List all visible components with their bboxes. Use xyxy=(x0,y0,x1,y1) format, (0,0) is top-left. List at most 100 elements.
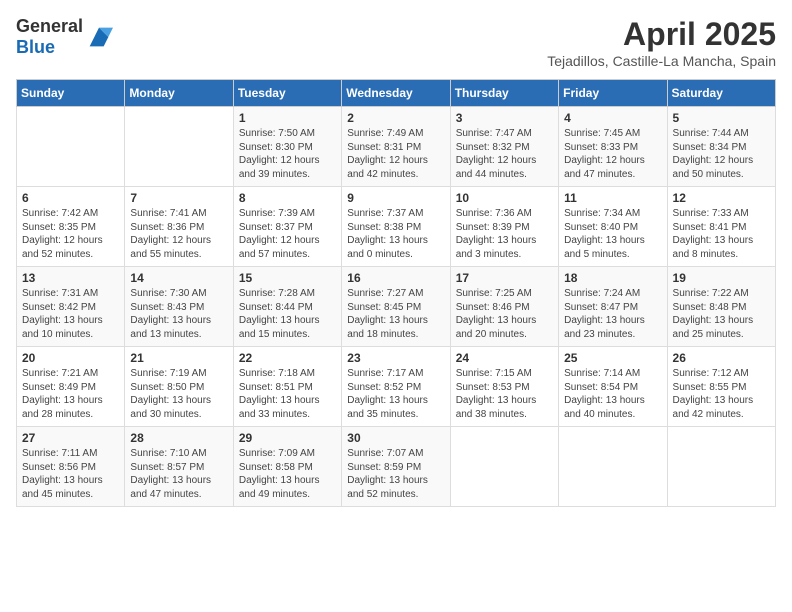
day-header-friday: Friday xyxy=(559,80,667,107)
calendar-cell: 12Sunrise: 7:33 AMSunset: 8:41 PMDayligh… xyxy=(667,187,775,267)
calendar-cell: 16 Sunrise: 7:27 AMSunset: 8:45 PMDayligh… xyxy=(342,267,450,347)
calendar-cell: 9 Sunrise: 7:37 AMSunset: 8:38 PMDaylight… xyxy=(342,187,450,267)
calendar-cell: 15 Sunrise: 7:28 AMSunset: 8:44 PMDayligh… xyxy=(233,267,341,347)
cell-content: Sunrise: 7:21 AMSunset: 8:49 PMDaylight:… xyxy=(22,367,119,421)
day-number: 22 xyxy=(239,351,336,365)
calendar-header: SundayMondayTuesdayWednesdayThursdayFrid… xyxy=(17,80,776,107)
calendar-cell: 19 Sunrise: 7:22 AMSunset: 8:48 PMDayligh… xyxy=(667,267,775,347)
day-header-wednesday: Wednesday xyxy=(342,80,450,107)
location-title: Tejadillos, Castille-La Mancha, Spain xyxy=(547,53,776,69)
cell-content: Sunrise: 7:34 AMSunset: 8:40 PMDaylight:… xyxy=(564,207,661,261)
cell-content: Sunrise: 7:49 AMSunset: 8:31 PMDaylight:… xyxy=(347,127,444,181)
month-title: April 2025 xyxy=(547,16,776,53)
calendar-cell: 10Sunrise: 7:36 AMSunset: 8:39 PMDayligh… xyxy=(450,187,558,267)
cell-content: Sunrise: 7:42 AMSunset: 8:35 PMDaylight:… xyxy=(22,207,119,261)
logo-blue: Blue xyxy=(16,37,55,57)
cell-content: Sunrise: 7:33 AMSunset: 8:41 PMDaylight:… xyxy=(673,207,770,261)
cell-content: Sunrise: 7:44 AMSunset: 8:34 PMDaylight:… xyxy=(673,127,770,181)
calendar-table: SundayMondayTuesdayWednesdayThursdayFrid… xyxy=(16,79,776,507)
calendar-cell: 11 Sunrise: 7:34 AMSunset: 8:40 PMDayligh… xyxy=(559,187,667,267)
header-row: SundayMondayTuesdayWednesdayThursdayFrid… xyxy=(17,80,776,107)
calendar-cell: 6 Sunrise: 7:42 AMSunset: 8:35 PMDaylight… xyxy=(17,187,125,267)
calendar-cell xyxy=(559,427,667,507)
day-number: 18 xyxy=(564,271,661,285)
calendar-cell xyxy=(17,107,125,187)
calendar-cell: 27 Sunrise: 7:11 AMSunset: 8:56 PMDayligh… xyxy=(17,427,125,507)
day-number: 17 xyxy=(456,271,553,285)
calendar-cell: 17 Sunrise: 7:25 AMSunset: 8:46 PMDayligh… xyxy=(450,267,558,347)
cell-content: Sunrise: 7:30 AMSunset: 8:43 PMDaylight:… xyxy=(130,287,227,341)
day-number: 26 xyxy=(673,351,770,365)
cell-content: Sunrise: 7:39 AMSunset: 8:37 PMDaylight:… xyxy=(239,207,336,261)
calendar-cell: 22Sunrise: 7:18 AMSunset: 8:51 PMDayligh… xyxy=(233,347,341,427)
cell-content: Sunrise: 7:47 AMSunset: 8:32 PMDaylight:… xyxy=(456,127,553,181)
day-number: 4 xyxy=(564,111,661,125)
day-number: 3 xyxy=(456,111,553,125)
calendar-cell: 26 Sunrise: 7:12 AMSunset: 8:55 PMDayligh… xyxy=(667,347,775,427)
calendar-cell: 18 Sunrise: 7:24 AMSunset: 8:47 PMDayligh… xyxy=(559,267,667,347)
calendar-cell: 1Sunrise: 7:50 AMSunset: 8:30 PMDaylight… xyxy=(233,107,341,187)
day-number: 8 xyxy=(239,191,336,205)
calendar-cell: 28 Sunrise: 7:10 AMSunset: 8:57 PMDayligh… xyxy=(125,427,233,507)
day-number: 15 xyxy=(239,271,336,285)
day-number: 16 xyxy=(347,271,444,285)
day-header-thursday: Thursday xyxy=(450,80,558,107)
day-number: 2 xyxy=(347,111,444,125)
calendar-cell: 13 Sunrise: 7:31 AMSunset: 8:42 PMDayligh… xyxy=(17,267,125,347)
day-number: 9 xyxy=(347,191,444,205)
day-number: 23 xyxy=(347,351,444,365)
day-number: 7 xyxy=(130,191,227,205)
calendar-cell: 8 Sunrise: 7:39 AMSunset: 8:37 PMDaylight… xyxy=(233,187,341,267)
header: General Blue April 2025 Tejadillos, Cast… xyxy=(16,16,776,69)
cell-content: Sunrise: 7:19 AMSunset: 8:50 PMDaylight:… xyxy=(130,367,227,421)
cell-content: Sunrise: 7:07 AMSunset: 8:59 PMDaylight:… xyxy=(347,447,444,501)
cell-content: Sunrise: 7:28 AMSunset: 8:44 PMDaylight:… xyxy=(239,287,336,341)
logo-icon xyxy=(85,23,113,51)
calendar-body: 1Sunrise: 7:50 AMSunset: 8:30 PMDaylight… xyxy=(17,107,776,507)
calendar-cell: 25 Sunrise: 7:14 AMSunset: 8:54 PMDayligh… xyxy=(559,347,667,427)
cell-content: Sunrise: 7:15 AMSunset: 8:53 PMDaylight:… xyxy=(456,367,553,421)
day-number: 20 xyxy=(22,351,119,365)
calendar-cell xyxy=(125,107,233,187)
cell-content: Sunrise: 7:25 AMSunset: 8:46 PMDaylight:… xyxy=(456,287,553,341)
cell-content: Sunrise: 7:41 AMSunset: 8:36 PMDaylight:… xyxy=(130,207,227,261)
calendar-cell: 7 Sunrise: 7:41 AMSunset: 8:36 PMDaylight… xyxy=(125,187,233,267)
cell-content: Sunrise: 7:11 AMSunset: 8:56 PMDaylight:… xyxy=(22,447,119,501)
week-row-4: 20 Sunrise: 7:21 AMSunset: 8:49 PMDayligh… xyxy=(17,347,776,427)
calendar-cell: 21Sunrise: 7:19 AMSunset: 8:50 PMDayligh… xyxy=(125,347,233,427)
calendar-cell: 20 Sunrise: 7:21 AMSunset: 8:49 PMDayligh… xyxy=(17,347,125,427)
calendar-cell: 23 Sunrise: 7:17 AMSunset: 8:52 PMDayligh… xyxy=(342,347,450,427)
cell-content: Sunrise: 7:37 AMSunset: 8:38 PMDaylight:… xyxy=(347,207,444,261)
cell-content: Sunrise: 7:14 AMSunset: 8:54 PMDaylight:… xyxy=(564,367,661,421)
day-number: 28 xyxy=(130,431,227,445)
day-number: 30 xyxy=(347,431,444,445)
logo-general: General xyxy=(16,16,83,36)
calendar-cell: 30 Sunrise: 7:07 AMSunset: 8:59 PMDayligh… xyxy=(342,427,450,507)
cell-content: Sunrise: 7:45 AMSunset: 8:33 PMDaylight:… xyxy=(564,127,661,181)
calendar-cell xyxy=(450,427,558,507)
cell-content: Sunrise: 7:17 AMSunset: 8:52 PMDaylight:… xyxy=(347,367,444,421)
cell-content: Sunrise: 7:12 AMSunset: 8:55 PMDaylight:… xyxy=(673,367,770,421)
day-number: 13 xyxy=(22,271,119,285)
day-number: 25 xyxy=(564,351,661,365)
cell-content: Sunrise: 7:27 AMSunset: 8:45 PMDaylight:… xyxy=(347,287,444,341)
cell-content: Sunrise: 7:36 AMSunset: 8:39 PMDaylight:… xyxy=(456,207,553,261)
week-row-3: 13 Sunrise: 7:31 AMSunset: 8:42 PMDayligh… xyxy=(17,267,776,347)
day-header-tuesday: Tuesday xyxy=(233,80,341,107)
day-number: 6 xyxy=(22,191,119,205)
day-header-monday: Monday xyxy=(125,80,233,107)
cell-content: Sunrise: 7:09 AMSunset: 8:58 PMDaylight:… xyxy=(239,447,336,501)
day-number: 19 xyxy=(673,271,770,285)
day-number: 27 xyxy=(22,431,119,445)
day-number: 1 xyxy=(239,111,336,125)
cell-content: Sunrise: 7:10 AMSunset: 8:57 PMDaylight:… xyxy=(130,447,227,501)
day-number: 11 xyxy=(564,191,661,205)
calendar-cell: 4 Sunrise: 7:45 AMSunset: 8:33 PMDaylight… xyxy=(559,107,667,187)
cell-content: Sunrise: 7:31 AMSunset: 8:42 PMDaylight:… xyxy=(22,287,119,341)
calendar-cell: 3 Sunrise: 7:47 AMSunset: 8:32 PMDaylight… xyxy=(450,107,558,187)
calendar-cell: 2 Sunrise: 7:49 AMSunset: 8:31 PMDaylight… xyxy=(342,107,450,187)
title-area: April 2025 Tejadillos, Castille-La Manch… xyxy=(547,16,776,69)
day-header-saturday: Saturday xyxy=(667,80,775,107)
cell-content: Sunrise: 7:24 AMSunset: 8:47 PMDaylight:… xyxy=(564,287,661,341)
cell-content: Sunrise: 7:22 AMSunset: 8:48 PMDaylight:… xyxy=(673,287,770,341)
